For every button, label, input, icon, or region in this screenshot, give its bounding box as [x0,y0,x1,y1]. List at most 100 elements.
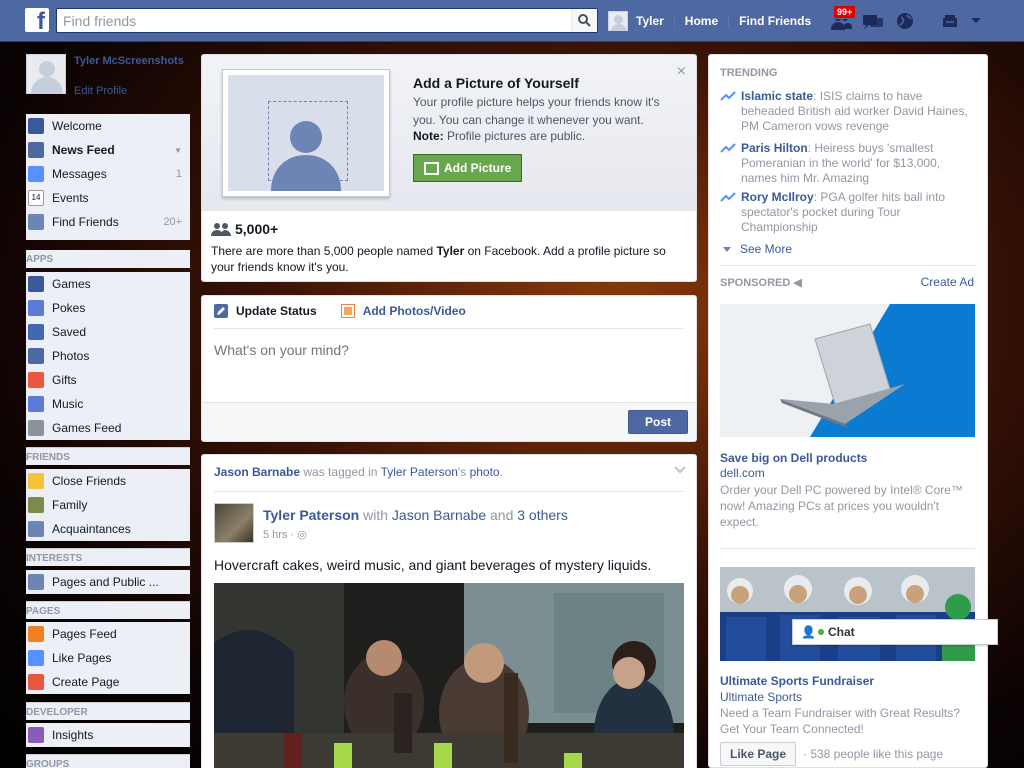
music-icon [28,396,44,412]
status-input[interactable] [214,342,684,358]
trending-topic[interactable]: Paris Hilton [741,141,808,155]
sidebar-item[interactable]: Pokes [26,296,190,320]
story-header: Jason Barnabe was tagged in Tyler Paters… [214,465,503,479]
trending-header: TRENDING [720,67,778,79]
sidebar-item[interactable]: Music [26,392,190,416]
sidebar-item-label: Find Friends [52,215,119,229]
sidebar-item[interactable]: Welcome [26,114,190,138]
profile-avatar[interactable] [26,54,66,94]
sidebar-item[interactable]: Find Friends 20+ [26,210,190,234]
ad-title[interactable]: Ultimate Sports Fundraiser [720,674,874,688]
find-friends-link[interactable]: Find Friends [728,14,821,28]
sidebar-item[interactable]: 14 Events [26,186,190,210]
saved-icon [28,324,44,340]
trending-item[interactable]: Paris Hilton: Heiress buys 'smallest Pom… [720,141,970,186]
sidebar-item[interactable]: Like Pages [26,646,190,670]
chevron-down-icon[interactable] [966,8,992,34]
sidebar-item[interactable]: Messages 1 [26,162,190,186]
megaphone-icon: ◀ [793,277,802,289]
notifications-globe-icon[interactable] [892,8,918,34]
like-page-button[interactable]: Like Page [720,742,796,766]
trending-item[interactable]: Rory McIlroy: PGA golfer hits ball into … [720,190,970,235]
search-button[interactable] [571,9,597,32]
ad-image-dell[interactable] [720,304,975,437]
sidebar-item[interactable]: Pages and Public ... [26,570,190,594]
trending-topic[interactable]: Rory McIlroy [741,190,814,204]
others-link[interactable]: 3 others [517,507,568,523]
story-actor-link[interactable]: Jason Barnabe [214,465,300,479]
photo-icon [340,304,355,318]
apps-nav: Games Pokes Saved Photos Gifts Music Games Fee… [26,272,190,440]
and-text: and [486,507,518,523]
messages-jewel-icon[interactable] [860,8,886,34]
sidebar-item[interactable]: News Feed ▼ [26,138,190,162]
left-sidebar: Tyler McScreenshots Edit Profile Welcome… [26,42,190,768]
trending-item[interactable]: Islamic state: ISIS claims to have behea… [720,89,970,134]
story-photo[interactable] [214,583,684,768]
edit-profile-link[interactable]: Edit Profile [74,85,127,97]
globe-icon: ◎ [297,529,307,541]
sidebar-item[interactable]: Create Page [26,670,190,694]
tab-update-status[interactable]: Update Status [214,304,317,318]
person-icon: 👤 [801,625,816,639]
composer-footer: Post [202,402,696,441]
acquaintances-icon [28,521,44,537]
with-name-link[interactable]: Jason Barnabe [392,507,486,523]
add-picture-button[interactable]: Add Picture [413,154,522,182]
see-more-link[interactable]: See More [723,242,792,256]
sidebar-item[interactable]: Games [26,272,190,296]
sidebar-item-label: Insights [52,728,94,742]
people-name: Tyler [436,244,465,258]
pages-feed-icon [28,626,44,642]
sidebar-item[interactable]: Acquaintances [26,517,190,541]
divider [202,210,696,211]
trending-topic[interactable]: Islamic state [741,89,813,103]
divider [214,491,684,492]
pokes-icon [28,300,44,316]
create-ad-link[interactable]: Create Ad [921,275,974,289]
sidebar-item[interactable]: Pages Feed [26,622,190,646]
tab-add-photos[interactable]: Add Photos/Video [340,304,466,318]
sidebar-item[interactable]: Photos [26,344,190,368]
home-link[interactable]: Home [673,14,728,28]
profile-name[interactable]: Tyler McScreenshots [74,54,188,69]
privacy-shortcuts-icon[interactable] [938,8,964,34]
chevron-down-icon[interactable]: ▼ [174,146,182,155]
ad-description: Need a Team Fundraiser with Great Result… [720,706,960,736]
sidebar-item[interactable]: Close Friends [26,469,190,493]
sidebar-item[interactable]: Gifts [26,368,190,392]
profile-link[interactable]: Tyler [636,14,674,28]
story-time[interactable]: 5 hrs [263,529,287,541]
search-box[interactable] [56,8,598,33]
sidebar-item[interactable]: Saved [26,320,190,344]
sidebar-item-label: Pages and Public ... [52,575,159,589]
home-icon [28,497,44,513]
add-picture-button-label: Add Picture [444,161,512,175]
sidebar-item[interactable]: Insights [26,723,190,747]
ad-domain[interactable]: Ultimate Sports [720,690,802,704]
sidebar-item[interactable]: Games Feed [26,416,190,440]
close-icon[interactable]: × [677,64,686,80]
see-more-label: See More [740,242,793,256]
profile-picture-placeholder[interactable] [222,69,390,197]
sidebar-item-label: Welcome [52,119,102,133]
story-owner-link[interactable]: Tyler Paterson [381,465,458,479]
author-link[interactable]: Tyler Paterson [263,507,359,523]
user-avatar-icon[interactable] [608,11,628,31]
story-header-end: . [499,465,503,479]
author-avatar[interactable] [214,503,254,543]
story-meta: 5 hrs · ◎ [263,529,307,541]
ad-title[interactable]: Save big on Dell products [720,451,867,465]
chevron-down-icon[interactable] [674,464,686,476]
story-photo-link[interactable]: photo [470,465,500,479]
sidebar-item[interactable]: Family [26,493,190,517]
developer-nav: Insights [26,723,190,747]
crop-frame [268,101,348,181]
ad-domain[interactable]: dell.com [720,466,765,480]
ad-image-sports[interactable] [720,567,975,661]
post-button[interactable]: Post [628,410,688,434]
search-input[interactable] [57,9,557,32]
facebook-logo[interactable]: f [25,8,49,32]
interests-header: INTERESTS [26,548,190,566]
chat-tab[interactable]: 👤 Chat [792,619,998,645]
